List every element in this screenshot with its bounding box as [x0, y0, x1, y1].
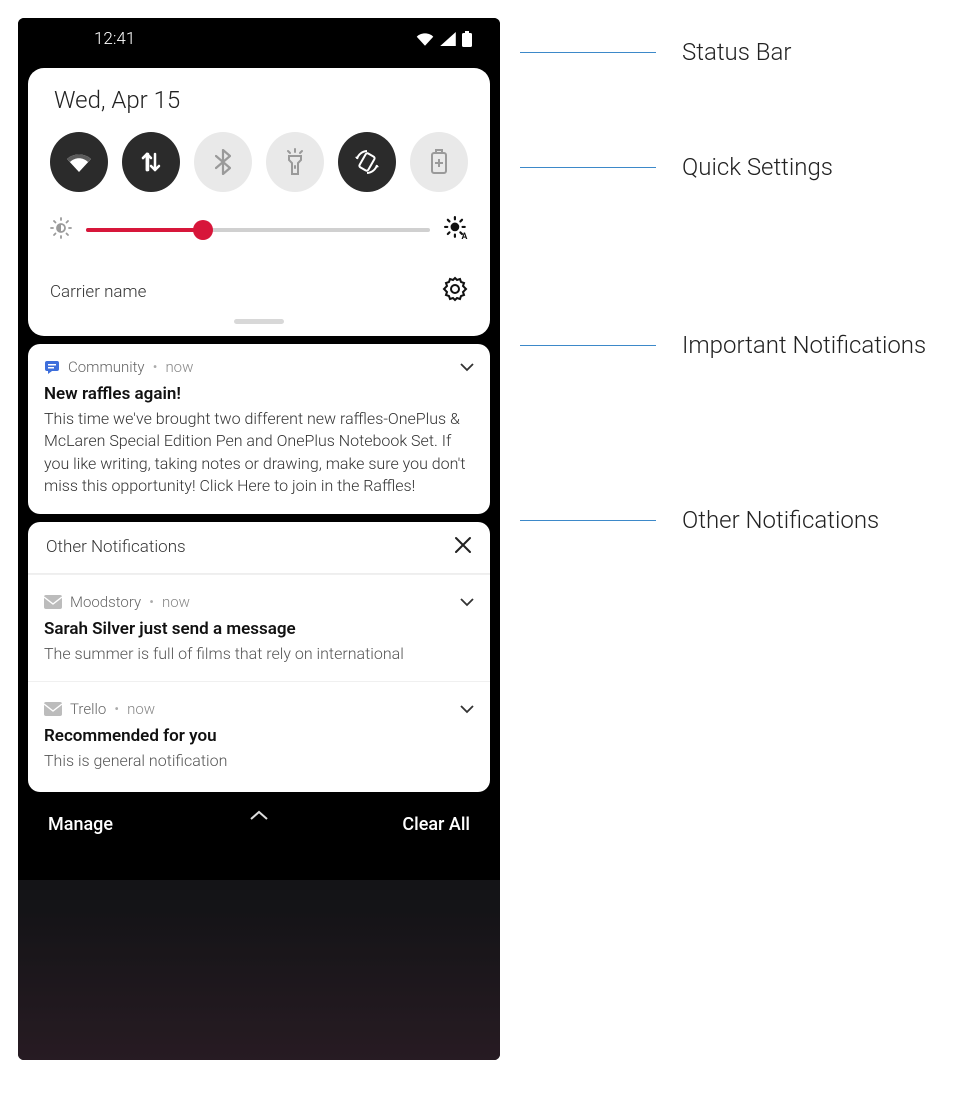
community-app-icon: [44, 359, 60, 375]
battery-saver-toggle[interactable]: [410, 132, 468, 192]
phone-frame: 12:41 Wed, Apr 15: [18, 18, 500, 1060]
carrier-name: Carrier name: [50, 282, 146, 302]
notification-body: This is general notification: [28, 750, 490, 788]
signal-icon: [440, 32, 456, 46]
notification-body: This time we've brought two different ne…: [28, 408, 490, 514]
notification-time: now: [127, 700, 155, 718]
notification-app-name: Moodstory: [70, 593, 141, 611]
chevron-up-icon: [250, 810, 268, 820]
chevron-down-icon: [460, 598, 474, 607]
notification-title: Sarah Silver just send a message: [28, 619, 490, 643]
expand-notification-button[interactable]: [460, 358, 474, 376]
wifi-icon: [416, 32, 434, 46]
svg-text:A: A: [461, 232, 467, 240]
mail-icon: [44, 595, 62, 609]
quick-settings-tile-row: [48, 132, 470, 192]
expand-notification-button[interactable]: [460, 593, 474, 611]
dismiss-group-button[interactable]: [454, 536, 472, 559]
status-time: 12:41: [94, 29, 135, 49]
notification-time: now: [165, 358, 193, 376]
expand-notification-button[interactable]: [460, 700, 474, 718]
notification-time: now: [162, 593, 190, 611]
settings-button[interactable]: [442, 276, 468, 307]
other-notification-item[interactable]: Moodstory • now Sarah Silver just send a…: [28, 574, 490, 681]
annotation-status-bar: Status Bar: [682, 38, 791, 66]
flashlight-toggle[interactable]: [266, 132, 324, 192]
notification-title: Recommended for you: [28, 726, 490, 750]
wifi-toggle[interactable]: [50, 132, 108, 192]
notification-app-name: Community: [68, 358, 145, 376]
brightness-auto-icon: A: [444, 216, 468, 244]
annotation-other: Other Notifications: [682, 506, 879, 534]
important-notification[interactable]: Community • now New raffles again! This …: [28, 344, 490, 514]
brightness-slider-fill: [86, 228, 203, 232]
annotation-important: Important Notifications: [682, 331, 926, 359]
annotation-quick-settings: Quick Settings: [682, 153, 833, 181]
other-notification-item[interactable]: Trello • now Recommended for you This is…: [28, 681, 490, 788]
notification-title: New raffles again!: [28, 384, 490, 408]
close-icon: [454, 536, 472, 554]
home-row-backdrop: [18, 880, 500, 1060]
quick-settings-panel: Wed, Apr 15: [28, 68, 490, 336]
notification-app-name: Trello: [70, 700, 106, 718]
other-notifications-group: Other Notifications Moodstory • now Sara…: [28, 522, 490, 793]
manage-button[interactable]: Manage: [48, 814, 113, 835]
bluetooth-toggle[interactable]: [194, 132, 252, 192]
panel-drag-handle[interactable]: [234, 319, 284, 324]
mail-icon: [44, 702, 62, 716]
expand-handle[interactable]: [250, 804, 268, 825]
status-bar: 12:41: [18, 18, 500, 60]
gear-icon: [442, 276, 468, 302]
annotation-line: [520, 52, 656, 53]
annotation-line: [520, 520, 656, 521]
brightness-low-icon: [50, 217, 72, 243]
brightness-slider-row: A: [48, 216, 470, 244]
mobile-data-toggle[interactable]: [122, 132, 180, 192]
status-icon-tray: [416, 31, 472, 47]
battery-icon: [462, 31, 472, 47]
brightness-slider-thumb[interactable]: [193, 220, 213, 240]
other-notifications-heading: Other Notifications: [46, 537, 186, 557]
notification-body: The summer is full of films that rely on…: [28, 643, 490, 681]
brightness-slider[interactable]: [86, 228, 430, 232]
chevron-down-icon: [460, 363, 474, 372]
separator-dot: •: [153, 358, 158, 376]
auto-rotate-toggle[interactable]: [338, 132, 396, 192]
annotation-line: [520, 345, 656, 346]
quick-settings-date: Wed, Apr 15: [54, 86, 464, 114]
clear-all-button[interactable]: Clear All: [402, 814, 470, 835]
annotation-line: [520, 167, 656, 168]
notification-footer: Manage Clear All: [18, 800, 500, 843]
chevron-down-icon: [460, 705, 474, 714]
